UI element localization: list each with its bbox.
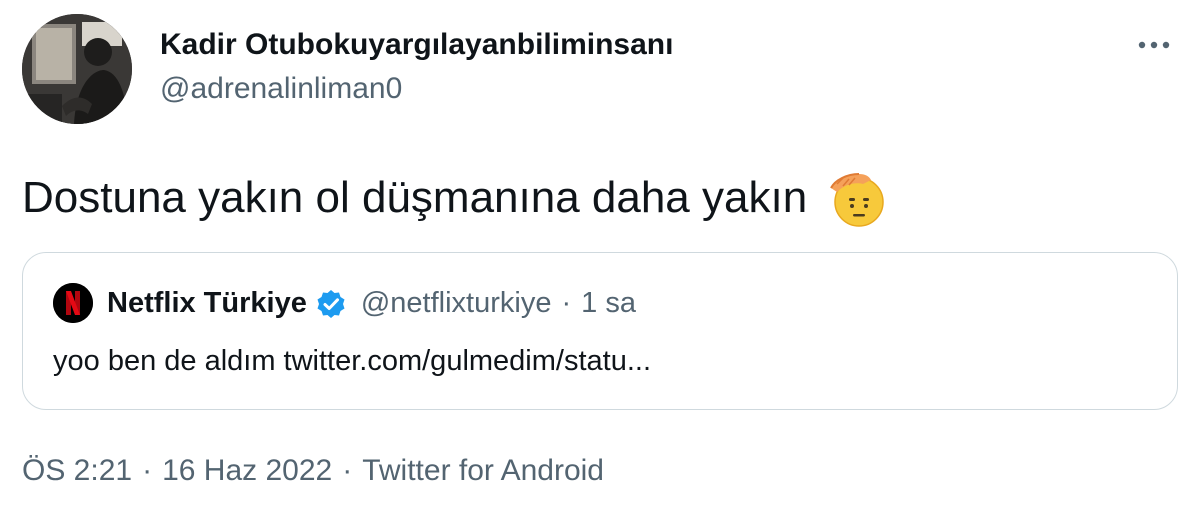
separator-dot: ·: [142, 454, 153, 487]
tweet-metadata: ÖS 2:21 · 16 Haz 2022 · Twitter for Andr…: [22, 454, 604, 488]
separator-dot: ·: [561, 287, 572, 319]
quoted-tweet-header: Netflix Türkiye @netflixturkiye · 1 sa: [107, 287, 636, 320]
quoted-tweet-card[interactable]: Netflix Türkiye @netflixturkiye · 1 sa y…: [22, 252, 1178, 410]
tweet-time[interactable]: ÖS 2:21: [22, 454, 132, 488]
quoted-author-name[interactable]: Netflix Türkiye: [107, 287, 307, 320]
tweet-body: Dostuna yakın ol düşmanına daha yakın: [22, 166, 889, 230]
author-display-name[interactable]: Kadir Otubokuyargılayanbiliminsanı: [160, 28, 673, 62]
tweet-card: Kadir Otubokuyargılayanbiliminsanı @adre…: [0, 0, 1200, 513]
saluting-face-emoji-icon: [825, 166, 889, 230]
quoted-tweet-text: yoo ben de aldım twitter.com/gulmedim/st…: [53, 345, 651, 377]
more-horizontal-icon: [1138, 41, 1170, 49]
quoted-author-handle[interactable]: @netflixturkiye: [361, 287, 552, 320]
more-options-button[interactable]: [1132, 30, 1176, 60]
tweet-source-link[interactable]: Twitter for Android: [362, 454, 604, 488]
quoted-tweet-time[interactable]: 1 sa: [581, 287, 636, 320]
verified-badge-icon: [315, 288, 347, 320]
separator-dot: ·: [342, 454, 353, 487]
author-handle[interactable]: @adrenalinliman0: [160, 72, 402, 106]
tweet-date[interactable]: 16 Haz 2022: [162, 454, 332, 488]
netflix-n-logo-icon: [53, 283, 93, 323]
avatar[interactable]: [22, 14, 132, 124]
avatar-photo: [22, 14, 132, 124]
tweet-text: Dostuna yakın ol düşmanına daha yakın: [22, 173, 808, 222]
netflix-avatar[interactable]: [53, 283, 93, 323]
